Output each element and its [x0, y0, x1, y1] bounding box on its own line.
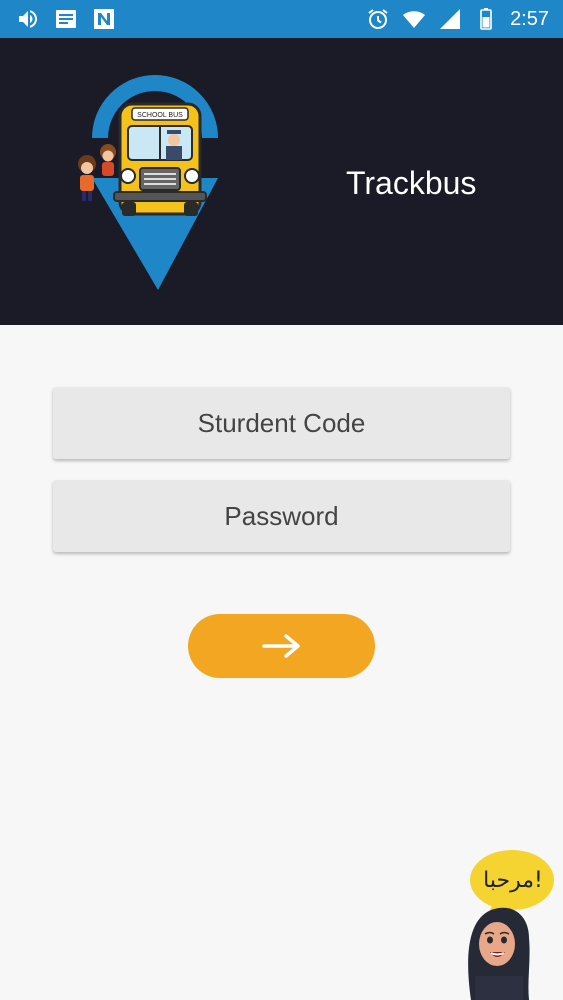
app-header: SCHOOL BUS Trackbus [0, 38, 563, 325]
student-code-field[interactable] [53, 387, 510, 459]
status-bar: 2:57 [0, 0, 563, 38]
status-right-icons: 2:57 [366, 5, 549, 33]
school-bus-logo: SCHOOL BUS [78, 75, 218, 290]
signal-icon [440, 9, 461, 29]
status-time: 2:57 [510, 8, 549, 30]
student-code-input[interactable] [53, 387, 510, 459]
login-submit-button[interactable] [188, 614, 375, 678]
n-icon [94, 9, 114, 29]
status-left-icons [16, 7, 116, 31]
app-name: Trackbus [346, 165, 477, 201]
message-icon [56, 10, 76, 28]
arrow-right-icon [261, 634, 300, 658]
password-field[interactable] [53, 480, 510, 552]
logo-school-bus-label: SCHOOL BUS [137, 112, 183, 119]
greeting-text: مرحبا! [483, 868, 543, 893]
volume-icon [19, 10, 37, 28]
password-input[interactable] [53, 480, 510, 552]
battery-icon [480, 8, 492, 30]
alarm-icon [368, 9, 388, 29]
wifi-icon [403, 11, 426, 28]
